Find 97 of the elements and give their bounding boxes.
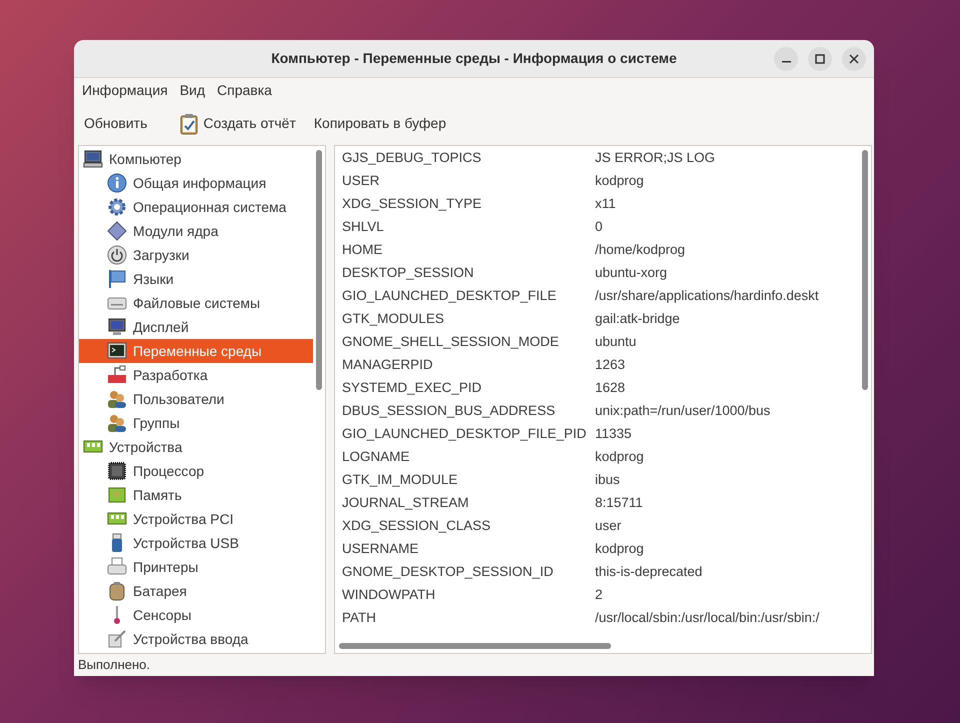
variable-name: JOURNAL_STREAM [342,494,470,512]
toolbar-button[interactable]: Копировать в буфер [308,108,452,140]
variable-value: kodprog [595,172,644,190]
variable-value: /usr/local/sbin:/usr/local/bin:/usr/sbin:/ [595,609,820,628]
clipboard-icon [179,112,200,134]
menu-item[interactable]: Информация [76,78,174,102]
close-button[interactable] [842,47,866,71]
tree-item[interactable]: Процессор [79,459,313,483]
variable-value: 1628 [595,379,626,398]
variable-name: GJS_DEBUG_TOPICS [342,149,482,168]
variable-name: PATH [342,609,378,628]
memory-icon [107,485,127,505]
variable-value: gail:atk-bridge [595,310,680,328]
close-icon [849,54,859,64]
variable-name: XDG_SESSION_CLASS [342,517,492,536]
minimize-button[interactable] [774,47,798,71]
tree-item[interactable]: Память [79,483,313,507]
diamond-icon [107,221,127,241]
variable-name: HOME [342,241,384,260]
tree-item[interactable]: Файловые системы [79,291,313,315]
variable-value: 8:15711 [595,494,643,512]
tree-item[interactable]: Дисплей [79,315,313,339]
variable-name: GTK_MODULES [342,310,446,328]
variable-name: GIO_LAUNCHED_DESKTOP_FILE_PID [342,425,588,444]
horizontal-scrollbar[interactable] [339,643,611,649]
tree-item[interactable]: Модули ядра [79,219,313,243]
variable-value: /home/kodprog [595,241,686,260]
tree-item[interactable]: Операционная система [79,195,313,219]
variable-value: /usr/share/applications/hardinfo.deskt [595,287,819,306]
gear-icon [107,197,127,217]
minimize-icon [782,61,790,63]
window-title: Компьютер - Переменные среды - Информация о системе [271,49,677,68]
info-icon [107,173,127,193]
battery-icon [107,581,127,601]
tree-item[interactable]: Общая информация [79,171,313,195]
tree-item[interactable]: Пользователи [79,387,313,411]
variable-name: WINDOWPATH [342,586,436,604]
toolbar-button[interactable]: Создать отчёт [173,108,302,140]
variable-value: kodprog [595,540,644,558]
tree-item[interactable]: Переменные среды [79,339,313,363]
flag-icon [107,269,127,289]
variable-name: DESKTOP_SESSION [342,264,475,282]
tree-item[interactable]: Батарея [79,579,313,603]
variable-name: GNOME_SHELL_SESSION_MODE [342,333,560,352]
chip-icon [107,461,127,481]
tree-item[interactable]: Разработка [79,363,313,387]
users-icon [107,413,127,433]
power-icon [107,245,127,265]
variable-value: 0 [595,218,603,236]
variable-value: this-is-deprecated [595,563,702,582]
variable-value: kodprog [595,448,644,466]
variable-name: SHLVL [342,218,385,236]
terminal-icon [107,341,127,361]
users-icon [107,389,127,409]
monitor-icon [107,317,127,337]
variable-value: ubuntu [595,333,636,352]
tree-item[interactable]: Группы [79,411,313,435]
variable-value: unix:path=/run/user/1000/bus [595,402,770,420]
variable-name: GNOME_DESKTOP_SESSION_ID [342,563,554,582]
variable-name: GTK_IM_MODULE [342,471,459,490]
tree-item[interactable]: Загрузки [79,243,313,267]
variable-value: 1263 [595,356,626,374]
printer-icon [107,557,127,577]
tree-item[interactable]: Компьютер [79,147,313,171]
variable-name: GIO_LAUNCHED_DESKTOP_FILE [342,287,558,306]
maximize-icon [815,54,825,64]
input-device-icon [107,629,127,649]
variable-value: ubuntu-xorg [595,264,668,282]
tree-item[interactable]: Устройства USB [79,531,313,555]
tree-item[interactable]: Устройства ввода [79,627,313,651]
variable-value: x11 [595,195,616,214]
tree-item[interactable]: Сенсоры [79,603,313,627]
variable-value: user [595,517,622,536]
variable-value: ibus [595,471,620,490]
variable-name: DBUS_SESSION_BUS_ADDRESS [342,402,556,420]
menu-item[interactable]: Вид [174,78,212,102]
tree-item[interactable]: Устройства PCI [79,507,313,531]
tree-item[interactable]: Принтеры [79,555,313,579]
status-text: Выполнено. [78,656,150,674]
vertical-scrollbar[interactable] [862,150,868,390]
variable-value: 2 [595,586,603,604]
variable-name: USERNAME [342,540,420,558]
menu-item[interactable]: Справка [211,78,278,102]
variable-name: USER [342,172,381,190]
maximize-button[interactable] [808,47,832,71]
tree-item[interactable]: Языки [79,267,313,291]
variable-name: XDG_SESSION_TYPE [342,195,483,214]
computer-icon [83,149,103,169]
variable-name: MANAGERPID [342,356,434,374]
variable-value: JS ERROR;JS LOG [595,149,716,168]
tree-item[interactable]: Устройства [79,435,313,459]
vertical-scrollbar[interactable] [316,150,322,390]
toolbox-icon [107,365,127,385]
variable-name: SYSTEMD_EXEC_PID [342,379,483,398]
variable-name: LOGNAME [342,448,411,466]
variable-value: 11335 [595,425,632,444]
toolbar-button[interactable]: Обновить [78,108,154,140]
